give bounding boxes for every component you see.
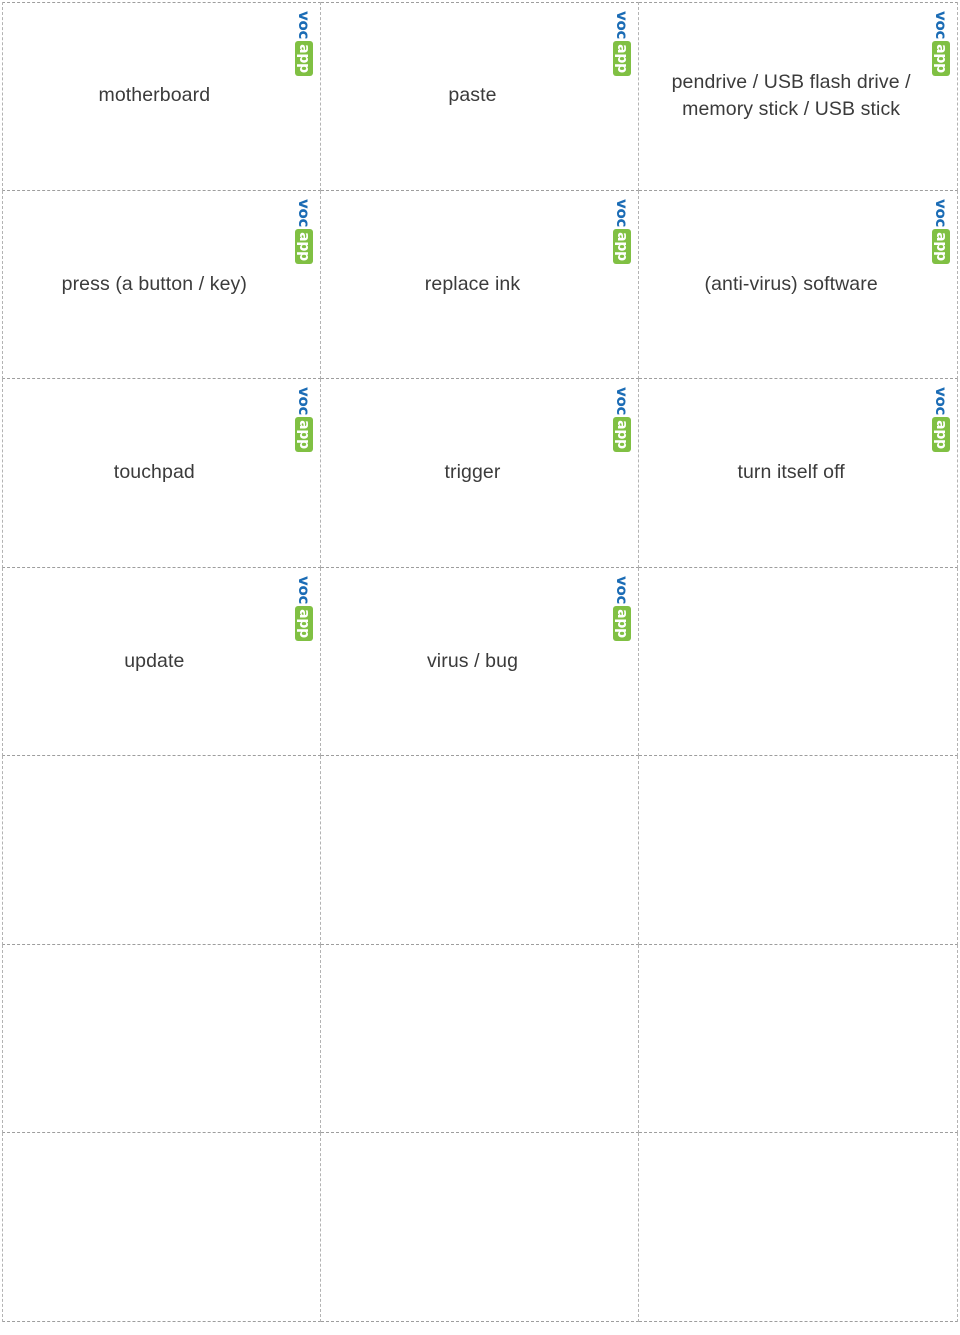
vocapp-logo-app-badge: app (294, 417, 313, 453)
flashcard-cell: touchpad voc app (2, 379, 321, 568)
vocapp-logo-voc-text: voc (613, 11, 632, 40)
vocapp-logo-app-badge: app (613, 605, 632, 641)
flashcard-cell (639, 944, 958, 1134)
flashcard-cell (2, 756, 321, 945)
flashcard-term: paste (448, 84, 497, 107)
vocapp-logo-inner: voc app (931, 11, 951, 97)
vocapp-logo: voc app (294, 575, 314, 662)
vocapp-logo-app-badge: app (613, 41, 632, 76)
flashcard-term: turn itself off (737, 461, 845, 484)
vocapp-logo-inner: voc app (294, 11, 314, 97)
vocapp-logo-app-badge: app (294, 228, 313, 264)
flashcard-term: pendrive / USB flash drive / memory stic… (671, 70, 911, 121)
flashcard-cell (2, 944, 321, 1134)
vocapp-logo-inner: voc app (294, 387, 314, 473)
flashcard-cell: pendrive / USB flash drive / memory stic… (639, 2, 958, 191)
flashcard-cell: virus / bug voc app (320, 567, 640, 757)
vocapp-logo-app-badge: app (613, 228, 632, 264)
flashcard-cell: (anti-virus) software voc app (639, 190, 958, 380)
flashcard-cell (320, 1133, 640, 1322)
flashcard-term: (anti-virus) software (704, 272, 878, 295)
flashcard-term: motherboard (98, 84, 211, 107)
vocapp-logo-voc-text: voc (295, 198, 314, 227)
flashcard-term: touchpad (113, 461, 195, 484)
flashcard-cell (639, 756, 958, 945)
flashcard-sheet: motherboard voc app paste voc app pendrive / U… (0, 0, 960, 1335)
vocapp-logo: voc app (931, 198, 951, 285)
vocapp-logo-app-badge: app (931, 41, 950, 76)
flashcard-cell (639, 1133, 958, 1322)
flashcard-term: replace ink (424, 272, 521, 295)
vocapp-logo-voc-text: voc (295, 575, 314, 604)
vocapp-logo-app-badge: app (294, 41, 313, 76)
flashcard-term: virus / bug (426, 649, 519, 672)
vocapp-logo-voc-text: voc (613, 387, 632, 416)
vocapp-logo-voc-text: voc (613, 575, 632, 604)
vocapp-logo-voc-text: voc (932, 198, 951, 227)
vocapp-logo-inner: voc app (294, 575, 314, 662)
vocapp-logo-inner: voc app (931, 198, 951, 285)
vocapp-logo-voc-text: voc (932, 387, 951, 416)
flashcard-cell: replace ink voc app (320, 190, 640, 380)
vocapp-logo-voc-text: voc (295, 387, 314, 416)
vocapp-logo: voc app (294, 387, 314, 473)
vocapp-logo-inner: voc app (613, 575, 632, 662)
vocapp-logo: voc app (613, 198, 632, 285)
flashcard-cell: update voc app (2, 567, 321, 757)
vocapp-logo-inner: voc app (931, 387, 951, 473)
vocapp-logo-inner: voc app (613, 198, 632, 285)
flashcard-term: press (a button / key) (61, 272, 247, 295)
vocapp-logo-app-badge: app (294, 605, 313, 641)
flashcard-cell: trigger voc app (320, 379, 640, 568)
flashcard-cell (320, 944, 640, 1134)
vocapp-logo-inner: voc app (613, 387, 632, 473)
flashcard-cell (2, 1133, 321, 1322)
flashcard-cell (320, 756, 640, 945)
vocapp-logo-voc-text: voc (932, 11, 951, 40)
vocapp-logo-voc-text: voc (613, 198, 632, 227)
flashcard-grid: motherboard voc app paste voc app pendrive / U… (2, 2, 958, 1322)
vocapp-logo: voc app (931, 387, 951, 473)
flashcard-cell: turn itself off voc app (639, 379, 958, 568)
vocapp-logo: voc app (613, 575, 632, 662)
vocapp-logo: voc app (613, 387, 632, 473)
vocapp-logo-app-badge: app (931, 228, 950, 264)
vocapp-logo: voc app (294, 198, 314, 285)
vocapp-logo-voc-text: voc (295, 11, 314, 40)
flashcard-cell: motherboard voc app (2, 2, 321, 191)
flashcard-term: update (124, 649, 185, 672)
vocapp-logo-inner: voc app (613, 11, 632, 97)
flashcard-cell (639, 567, 958, 757)
vocapp-logo: voc app (931, 11, 951, 97)
vocapp-logo-app-badge: app (931, 417, 950, 453)
vocapp-logo-app-badge: app (613, 417, 632, 453)
flashcard-cell: paste voc app (320, 2, 640, 191)
vocapp-logo: voc app (613, 11, 632, 97)
vocapp-logo-inner: voc app (294, 198, 314, 285)
flashcard-term: trigger (444, 461, 501, 484)
flashcard-cell: press (a button / key) voc app (2, 190, 321, 380)
vocapp-logo: voc app (294, 11, 314, 97)
